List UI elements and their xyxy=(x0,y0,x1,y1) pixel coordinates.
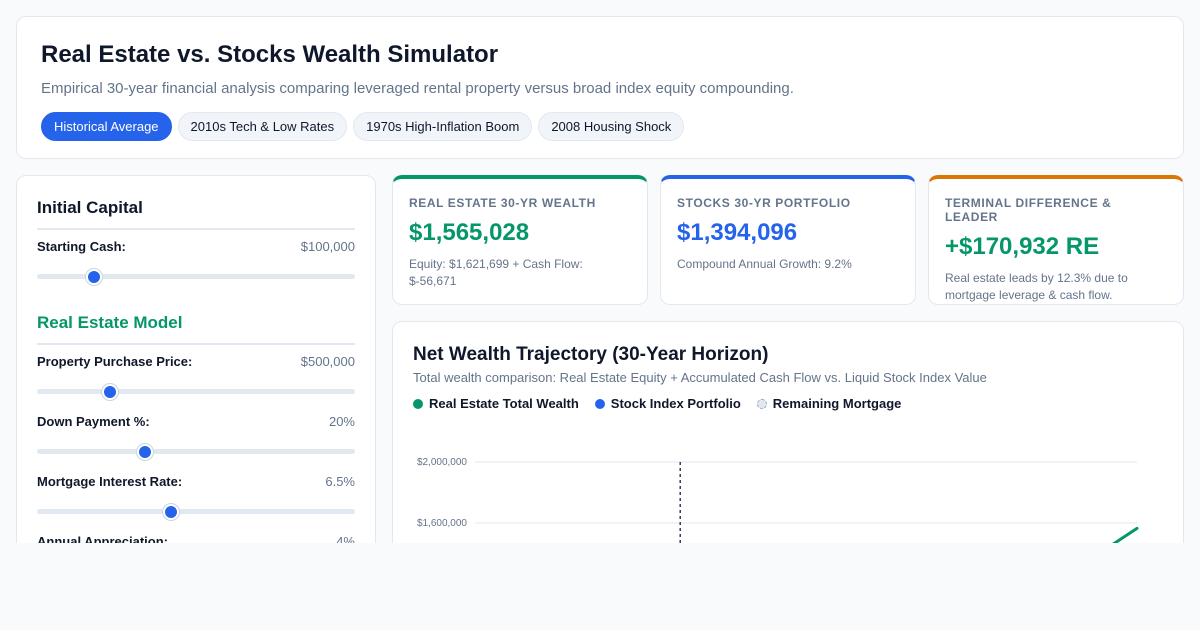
tab-historical-average[interactable]: Historical Average xyxy=(41,112,172,141)
purchase-price-row: Property Purchase Price: $500,000 xyxy=(37,354,355,370)
starting-cash-slider[interactable] xyxy=(37,269,355,285)
interest-rate-slider[interactable] xyxy=(37,504,355,520)
legend-swatch xyxy=(413,398,423,409)
wealth-chart-card: Net Wealth Trajectory (30-Year Horizon) … xyxy=(392,321,1184,581)
purchase-price-label: Property Purchase Price: xyxy=(37,354,193,369)
legend-label: Remaining Mortgage xyxy=(772,396,902,411)
down-payment-row: Down Payment %: 20% xyxy=(37,414,355,430)
stat-label: Stocks 30-Yr Portfolio xyxy=(677,196,851,210)
stat-note: Real estate leads by 12.3% due to mortga… xyxy=(945,271,1128,302)
legend-label: Stock Index Portfolio xyxy=(610,396,741,411)
interest-rate-value: 6.5% xyxy=(325,474,355,489)
chart-subtitle: Total wealth comparison: Real Estate Equ… xyxy=(413,370,987,385)
stat-value: +$170,932 RE xyxy=(945,233,1100,260)
chart-title: Net Wealth Trajectory (30-Year Horizon) xyxy=(413,344,769,365)
chart-legend: Real Estate Total Wealth Stock Index Por… xyxy=(413,396,1163,411)
tab-1970s-inflation[interactable]: 1970s High-Inflation Boom xyxy=(353,112,533,141)
interest-rate-row: Mortgage Interest Rate: 6.5% xyxy=(37,474,355,490)
settings-sidebar: Initial Capital Starting Cash: $100,000 … xyxy=(16,175,376,575)
starting-cash-row: Starting Cash: $100,000 xyxy=(37,239,355,255)
purchase-price-value: $500,000 xyxy=(300,354,355,369)
series-line-real-estate xyxy=(1111,526,1139,546)
header-card: Real Estate vs. Stocks Wealth Simulator … xyxy=(16,16,1184,159)
down-payment-slider[interactable] xyxy=(37,444,355,460)
slider-track xyxy=(37,449,355,454)
legend-item-stocks[interactable]: Stock Index Portfolio xyxy=(594,396,741,411)
down-payment-value: 20% xyxy=(328,414,355,429)
legend-label: Real Estate Total Wealth xyxy=(429,396,579,411)
legend-item-real-estate[interactable]: Real Estate Total Wealth xyxy=(413,396,579,411)
legend-item-mortgage[interactable]: Remaining Mortgage xyxy=(756,396,902,411)
slider-track xyxy=(37,274,355,279)
section-title-capital: Initial Capital xyxy=(37,198,355,230)
slider-track xyxy=(37,509,355,514)
stocks-portfolio-card: Stocks 30-Yr Portfolio $1,394,096 Compou… xyxy=(660,175,916,305)
scenario-tabs: Historical Average 2010s Tech & Low Rate… xyxy=(41,112,1159,141)
section-title-real-estate: Real Estate Model xyxy=(37,313,355,345)
down-payment-label: Down Payment %: xyxy=(37,414,150,429)
slider-thumb[interactable] xyxy=(137,444,154,460)
slider-thumb[interactable] xyxy=(86,269,103,285)
starting-cash-label: Starting Cash: xyxy=(37,239,126,254)
stat-note: Compound Annual Growth: 9.2% xyxy=(677,257,852,271)
page-subtitle: Empirical 30-year financial analysis com… xyxy=(41,80,794,97)
starting-cash-value: $100,000 xyxy=(300,239,355,254)
legend-swatch xyxy=(594,398,605,409)
tab-2010s-tech[interactable]: 2010s Tech & Low Rates xyxy=(177,112,348,141)
stat-value: $1,394,096 xyxy=(677,219,798,246)
y-tick-label: $2,000,000 xyxy=(417,457,467,468)
page-title: Real Estate vs. Stocks Wealth Simulator xyxy=(41,41,499,68)
slider-thumb[interactable] xyxy=(102,384,119,400)
tab-2008-housing-shock[interactable]: 2008 Housing Shock xyxy=(538,112,685,141)
purchase-price-slider[interactable] xyxy=(37,384,355,400)
terminal-difference-card: Terminal Difference & Leader +$170,932 R… xyxy=(928,175,1184,305)
stat-value: $1,565,028 xyxy=(409,219,530,246)
real-estate-wealth-card: Real Estate 30-Yr Wealth $1,565,028 Equi… xyxy=(392,175,648,305)
interest-rate-label: Mortgage Interest Rate: xyxy=(37,474,183,489)
legend-swatch xyxy=(756,398,767,409)
slider-track xyxy=(37,389,355,394)
below-fold-area xyxy=(0,543,1200,630)
slider-thumb[interactable] xyxy=(162,504,179,520)
stat-label: Terminal Difference & Leader xyxy=(945,196,1112,224)
y-tick-label: $1,600,000 xyxy=(417,518,467,529)
stat-note: Equity: $1,621,699 + Cash Flow: $-56,671 xyxy=(409,257,583,288)
stat-label: Real Estate 30-Yr Wealth xyxy=(409,196,596,210)
